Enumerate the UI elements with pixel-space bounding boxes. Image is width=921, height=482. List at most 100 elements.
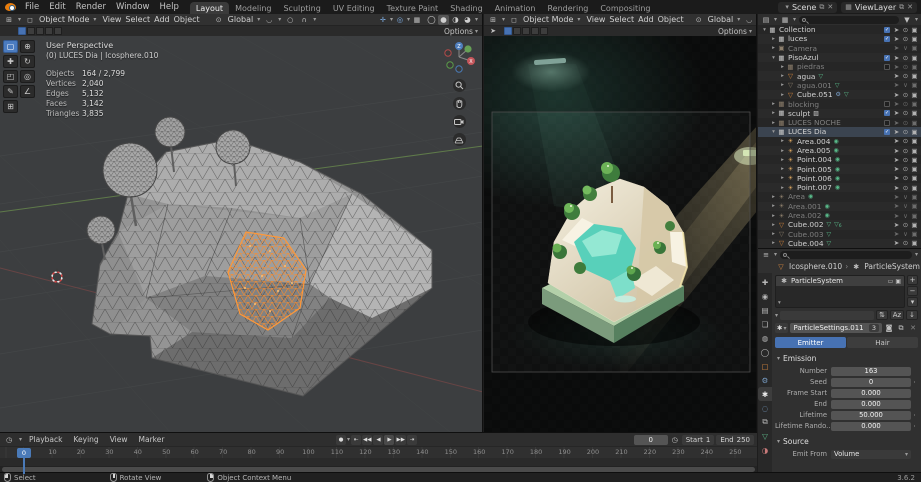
- render-toggle[interactable]: ▣: [910, 128, 919, 136]
- users-count-badge[interactable]: 3: [869, 324, 879, 332]
- hide-toggle[interactable]: ∨: [901, 193, 910, 201]
- copy-icon[interactable]: ⧉: [899, 3, 904, 12]
- exclude-checkbox[interactable]: [884, 101, 890, 107]
- measure-tool[interactable]: ∠: [20, 85, 35, 98]
- swap-icon[interactable]: ⇅: [876, 310, 888, 320]
- snap-magnet-icon[interactable]: ◡: [744, 15, 754, 24]
- select-toggle[interactable]: ➤: [892, 26, 901, 34]
- select-toggle[interactable]: ➤: [892, 72, 901, 80]
- render-toggle[interactable]: ▣: [910, 174, 919, 182]
- render-toggle[interactable]: ▣: [910, 193, 919, 201]
- workspace-tab-compositing[interactable]: Compositing: [594, 2, 656, 14]
- particle-name-field[interactable]: [780, 311, 874, 320]
- timeline-tracks[interactable]: [0, 458, 757, 466]
- mode-selector[interactable]: Object Mode: [39, 15, 89, 24]
- select-mode-extend[interactable]: [27, 27, 35, 35]
- hide-toggle[interactable]: ⊙: [901, 174, 910, 182]
- hide-toggle[interactable]: ⊙: [901, 147, 910, 155]
- render-toggle[interactable]: ▣: [910, 119, 919, 127]
- gizmo-toggle-icon[interactable]: ✛: [378, 15, 388, 24]
- outliner-row-area[interactable]: ▸ ☀ Area◉ ➤∨▣: [758, 192, 921, 201]
- viewport-menu-view[interactable]: View: [100, 15, 123, 24]
- copy-icon[interactable]: ⧉: [819, 3, 824, 12]
- viewport-canvas-rendered[interactable]: [484, 36, 756, 432]
- outliner-search-input[interactable]: [799, 16, 899, 24]
- render-toggle[interactable]: ▣: [910, 184, 919, 192]
- value-field[interactable]: 0: [831, 378, 911, 387]
- preview-range-clock-icon[interactable]: ◷: [670, 435, 680, 444]
- specials-menu-button[interactable]: ▾: [907, 297, 918, 307]
- perspective-toggle-button[interactable]: [453, 133, 466, 146]
- workspace-tab-layout[interactable]: Layout: [190, 2, 229, 14]
- hide-toggle[interactable]: ⊙: [901, 184, 910, 192]
- annotate-tool[interactable]: ✎: [3, 85, 18, 98]
- exclude-checkbox[interactable]: [884, 64, 890, 70]
- select-toggle[interactable]: ➤: [892, 147, 901, 155]
- workspace-tab-geometry-nodes[interactable]: Geometry Nodes: [657, 2, 660, 14]
- properties-tab-tool[interactable]: ✚: [758, 275, 772, 289]
- menu-file[interactable]: File: [20, 2, 44, 12]
- transport-play-reverse[interactable]: ◀: [373, 435, 383, 445]
- disclosure-arrow[interactable]: ▸: [779, 82, 786, 88]
- properties-tab-object-data[interactable]: ▽: [758, 429, 772, 443]
- hair-button[interactable]: Hair: [847, 337, 918, 348]
- shading-material-icon[interactable]: ◑: [450, 15, 461, 25]
- timeline-menu-keying[interactable]: Keying: [71, 435, 100, 444]
- monitor-icon[interactable]: ▭: [888, 278, 894, 285]
- select-toggle[interactable]: ➤: [892, 109, 901, 117]
- value-field[interactable]: 0.000: [831, 422, 911, 431]
- animate-dot[interactable]: ·: [911, 411, 918, 420]
- menu-help[interactable]: Help: [154, 2, 183, 12]
- properties-tab-render[interactable]: ◉: [758, 289, 772, 303]
- workspace-tab-shading[interactable]: Shading: [444, 2, 489, 14]
- outliner-row-cube-002[interactable]: ▸ ▽ Cube.002▽▽6 ➤⊙▣: [758, 220, 921, 229]
- properties-search-input[interactable]: [780, 251, 912, 259]
- render-toggle[interactable]: ▣: [910, 202, 919, 210]
- mode-selector[interactable]: Object Mode: [523, 15, 573, 24]
- navigation-gizmo[interactable]: Z X: [442, 40, 476, 74]
- disclosure-arrow[interactable]: ▸: [770, 120, 777, 126]
- xray-toggle-icon[interactable]: ▦: [412, 15, 422, 24]
- hide-toggle[interactable]: ⊙: [901, 26, 910, 34]
- outliner-row-area-005[interactable]: ▸ ☀ Area.005◉ ➤⊙▣: [758, 146, 921, 155]
- rotate-tool[interactable]: ↻: [20, 55, 35, 68]
- select-toggle[interactable]: ➤: [892, 44, 901, 52]
- particle-system-list[interactable]: ✱ ParticleSystem ▭▣ ▾: [775, 275, 905, 308]
- hide-toggle[interactable]: ∨: [901, 212, 910, 220]
- select-mode-intersect[interactable]: [540, 27, 548, 35]
- hide-toggle[interactable]: ⊙: [901, 239, 910, 247]
- disclosure-arrow[interactable]: ▸: [779, 175, 786, 181]
- zoom-button[interactable]: [453, 79, 466, 92]
- disclosure-arrow[interactable]: ▾: [770, 129, 777, 135]
- outliner-row-cube-004[interactable]: ▸ ▽ Cube.004▽ ➤⊙▣: [758, 239, 921, 248]
- properties-tab-particles[interactable]: ✱: [758, 387, 772, 401]
- outliner-row-luces-dia[interactable]: ▾ ▦ LUCES Dia ✓➤⊙▣: [758, 127, 921, 136]
- hide-toggle[interactable]: ⊙: [901, 91, 910, 99]
- select-mode-invert[interactable]: [531, 27, 539, 35]
- render-toggle[interactable]: ▣: [910, 165, 919, 173]
- overlays-toggle-icon[interactable]: ◎: [395, 15, 405, 24]
- select-toggle[interactable]: ➤: [892, 119, 901, 127]
- select-mode-subtract[interactable]: [522, 27, 530, 35]
- editor-type-icon[interactable]: ◷: [4, 435, 14, 444]
- outliner-row-area-001[interactable]: ▸ ☀ Area.001◉ ➤∨▣: [758, 202, 921, 211]
- transport-next-keyframe[interactable]: ▶▶: [395, 435, 405, 445]
- editor-type-icon[interactable]: ⊞: [488, 15, 498, 24]
- close-icon[interactable]: ✕: [827, 3, 833, 11]
- datablock-type-chip[interactable]: ✱▾: [775, 323, 788, 333]
- hide-toggle[interactable]: ⊙: [901, 54, 910, 62]
- disclosure-arrow[interactable]: ▸: [770, 222, 777, 228]
- workspace-tab-texture-paint[interactable]: Texture Paint: [381, 2, 445, 14]
- disclosure-arrow[interactable]: ▸: [770, 101, 777, 107]
- outliner-row-camera[interactable]: ▸ ▣ Camera ➤∨▣: [758, 44, 921, 53]
- render-toggle[interactable]: ▣: [910, 91, 919, 99]
- outliner-row-luces-noche[interactable]: ▸ ▦ LUCES NOCHE ➤⊙▣: [758, 118, 921, 127]
- disclosure-arrow[interactable]: ▸: [770, 45, 777, 51]
- render-toggle[interactable]: ▣: [910, 212, 919, 220]
- select-toggle[interactable]: ➤: [892, 230, 901, 238]
- proportional-edit-icon[interactable]: ○: [285, 15, 295, 24]
- hide-toggle[interactable]: ⊙: [901, 100, 910, 108]
- render-toggle[interactable]: ▣: [910, 109, 919, 117]
- editor-type-icon[interactable]: ⊞: [4, 15, 14, 24]
- sort-down-icon[interactable]: ↓: [906, 310, 918, 320]
